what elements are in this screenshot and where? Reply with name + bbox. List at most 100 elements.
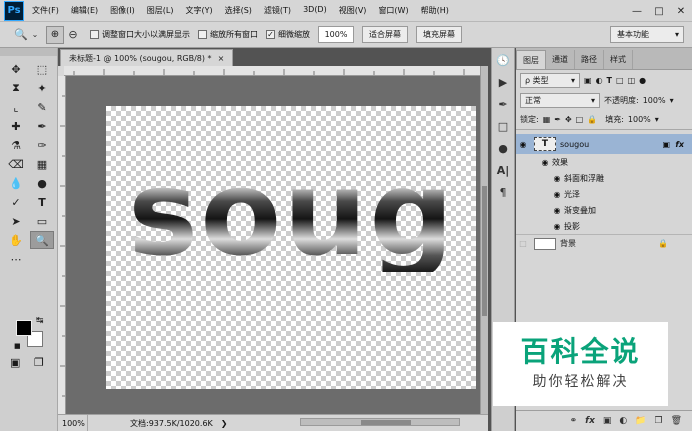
filter-type-icon[interactable]: T [607, 76, 612, 85]
eye-icon[interactable]: ◉ [550, 174, 564, 183]
lock-all-icon[interactable]: 🔒 [587, 115, 597, 124]
close-icon[interactable]: × [218, 54, 225, 63]
gradient-tool-icon[interactable]: ▦ [30, 155, 54, 173]
paragraph-panel-icon[interactable]: ¶ [492, 182, 514, 202]
document-tab[interactable]: 未标题-1 @ 100% (sougou, RGB/8) * × [60, 49, 234, 66]
tab-paths[interactable]: 路径 [575, 50, 604, 69]
crop-tool-icon[interactable]: ⌞ [4, 98, 28, 116]
zoom-all-windows-checkbox[interactable]: 缩放所有窗口 [198, 29, 258, 40]
more-tools-icon[interactable]: ⋯ [4, 250, 28, 268]
lock-transparency-icon[interactable]: ▦ [543, 115, 551, 124]
chevron-down-icon[interactable]: ▾ [670, 96, 674, 105]
eye-icon[interactable]: ◉ [550, 206, 564, 215]
healing-brush-icon[interactable]: ✚ [4, 117, 28, 135]
menu-image[interactable]: 图像(I) [110, 5, 135, 16]
vertical-scrollbar[interactable] [480, 66, 488, 414]
zoom-out-icon[interactable]: ⊖ [64, 26, 82, 44]
layer-row-sougou[interactable]: ◉ T sougou ▣ fx [516, 134, 692, 154]
screen-mode-icon[interactable]: ❐ [34, 356, 44, 369]
adjustment-layer-icon[interactable]: ◐ [619, 416, 627, 426]
zoom-value-field[interactable]: 100% [318, 26, 354, 43]
checkbox-box-checked[interactable]: ✓ [266, 30, 275, 39]
menu-type[interactable]: 文字(Y) [185, 5, 212, 16]
effect-row-satin[interactable]: ◉ 光泽 [516, 186, 692, 202]
brush-presets-icon[interactable]: □ [492, 116, 514, 136]
scrubby-zoom-checkbox[interactable]: ✓ 细微缩放 [266, 29, 310, 40]
text-layer-thumbnail[interactable]: T [534, 137, 556, 151]
close-button[interactable]: ✕ [670, 0, 692, 22]
status-zoom[interactable]: 100% [58, 414, 88, 431]
layer-filter-select[interactable]: ρ 类型 ▾ [520, 72, 580, 88]
lock-image-icon[interactable]: ✒ [554, 115, 561, 124]
panel-grip[interactable] [0, 48, 57, 56]
tab-channels[interactable]: 通道 [546, 50, 575, 69]
minimize-button[interactable]: — [626, 0, 648, 22]
trash-icon[interactable]: 🗑 [671, 416, 682, 426]
layer-row-background[interactable]: □ 背景 🔒 [516, 234, 692, 252]
eye-icon[interactable]: ◉ [538, 158, 552, 167]
scrollbar-thumb[interactable] [361, 420, 411, 425]
filter-smart-object-icon[interactable]: ◫ [628, 76, 636, 85]
fill-value[interactable]: 100% [628, 115, 651, 124]
blend-mode-select[interactable]: 正常 ▾ [520, 92, 600, 108]
resize-windows-checkbox[interactable]: 调整窗口大小以满屏显示 [90, 29, 190, 40]
add-mask-icon[interactable]: ▣ [603, 416, 612, 426]
lock-artboard-icon[interactable]: □ [576, 115, 584, 124]
pen-tool-icon[interactable]: ✓ [4, 193, 28, 211]
effects-group-row[interactable]: ◉ 效果 [516, 154, 692, 170]
layer-effects-icon[interactable]: ▣ [662, 140, 670, 149]
new-group-icon[interactable]: 📁 [635, 416, 646, 426]
eye-icon[interactable]: ◉ [550, 222, 564, 231]
lock-position-icon[interactable]: ✥ [565, 115, 572, 124]
tab-layers[interactable]: 图层 [516, 50, 546, 69]
zoom-tool-icon[interactable]: 🔍 [12, 26, 30, 44]
menu-file[interactable]: 文件(F) [32, 5, 59, 16]
eraser-tool-icon[interactable]: ⌫ [4, 155, 28, 173]
hand-tool-icon[interactable]: ✋ [4, 231, 28, 249]
new-layer-icon[interactable]: ❐ [654, 416, 662, 426]
link-layers-icon[interactable]: ⚭ [570, 416, 578, 426]
fx-icon[interactable]: fx [675, 140, 684, 149]
document-canvas[interactable]: soug [106, 106, 476, 389]
filter-shape-icon[interactable]: □ [616, 76, 624, 85]
eye-icon[interactable]: ◉ [516, 140, 530, 149]
brush-tool-icon[interactable]: ✒ [30, 117, 54, 135]
checkbox-box[interactable] [90, 30, 99, 39]
tab-styles[interactable]: 样式 [604, 50, 633, 69]
history-icon[interactable]: 🕓 [492, 50, 514, 70]
menu-window[interactable]: 窗口(W) [378, 5, 408, 16]
add-style-fx-icon[interactable]: fx [585, 416, 595, 426]
menu-3d[interactable]: 3D(D) [303, 5, 327, 16]
swap-colors-icon[interactable]: ↹ [36, 316, 44, 326]
lasso-tool-icon[interactable]: ⧗ [4, 79, 28, 97]
checkbox-box[interactable] [198, 30, 207, 39]
filter-pixel-icon[interactable]: ▣ [584, 76, 592, 85]
character-panel-icon[interactable]: A| [492, 160, 514, 180]
filter-toggle-icon[interactable]: ● [639, 76, 646, 85]
workspace-select[interactable]: 基本功能 ▾ [610, 26, 684, 43]
menu-layer[interactable]: 图层(L) [147, 5, 174, 16]
clone-stamp-icon[interactable]: ⚗ [4, 136, 28, 154]
default-colors-icon[interactable]: ■ [14, 342, 21, 350]
eyedropper-icon[interactable]: ✎ [30, 98, 54, 116]
eye-icon[interactable]: ◉ [550, 190, 564, 199]
effect-row-gradient-overlay[interactable]: ◉ 渐变叠加 [516, 202, 692, 218]
visibility-toggle[interactable]: □ [516, 239, 530, 248]
opacity-value[interactable]: 100% [643, 96, 666, 105]
fill-screen-button[interactable]: 填充屏幕 [416, 26, 462, 43]
actions-play-icon[interactable]: ▶ [492, 72, 514, 92]
fit-screen-button[interactable]: 适合屏幕 [362, 26, 408, 43]
effect-row-drop-shadow[interactable]: ◉ 投影 [516, 218, 692, 234]
type-tool-icon[interactable]: T [30, 193, 54, 211]
chevron-down-icon[interactable]: ⌄ [30, 26, 40, 44]
menu-filter[interactable]: 滤镜(T) [264, 5, 291, 16]
background-layer-thumbnail[interactable] [534, 237, 556, 250]
effect-row-bevel-emboss[interactable]: ◉ 斜面和浮雕 [516, 170, 692, 186]
clone-source-icon[interactable]: ● [492, 138, 514, 158]
scrollbar-thumb[interactable] [482, 186, 487, 316]
quick-mask-icon[interactable]: ▣ [10, 356, 20, 369]
brush-settings-icon[interactable]: ✒ [492, 94, 514, 114]
chevron-right-icon[interactable]: ❯ [221, 419, 228, 428]
restore-button[interactable]: □ [648, 0, 670, 22]
chevron-down-icon[interactable]: ▾ [655, 115, 659, 124]
